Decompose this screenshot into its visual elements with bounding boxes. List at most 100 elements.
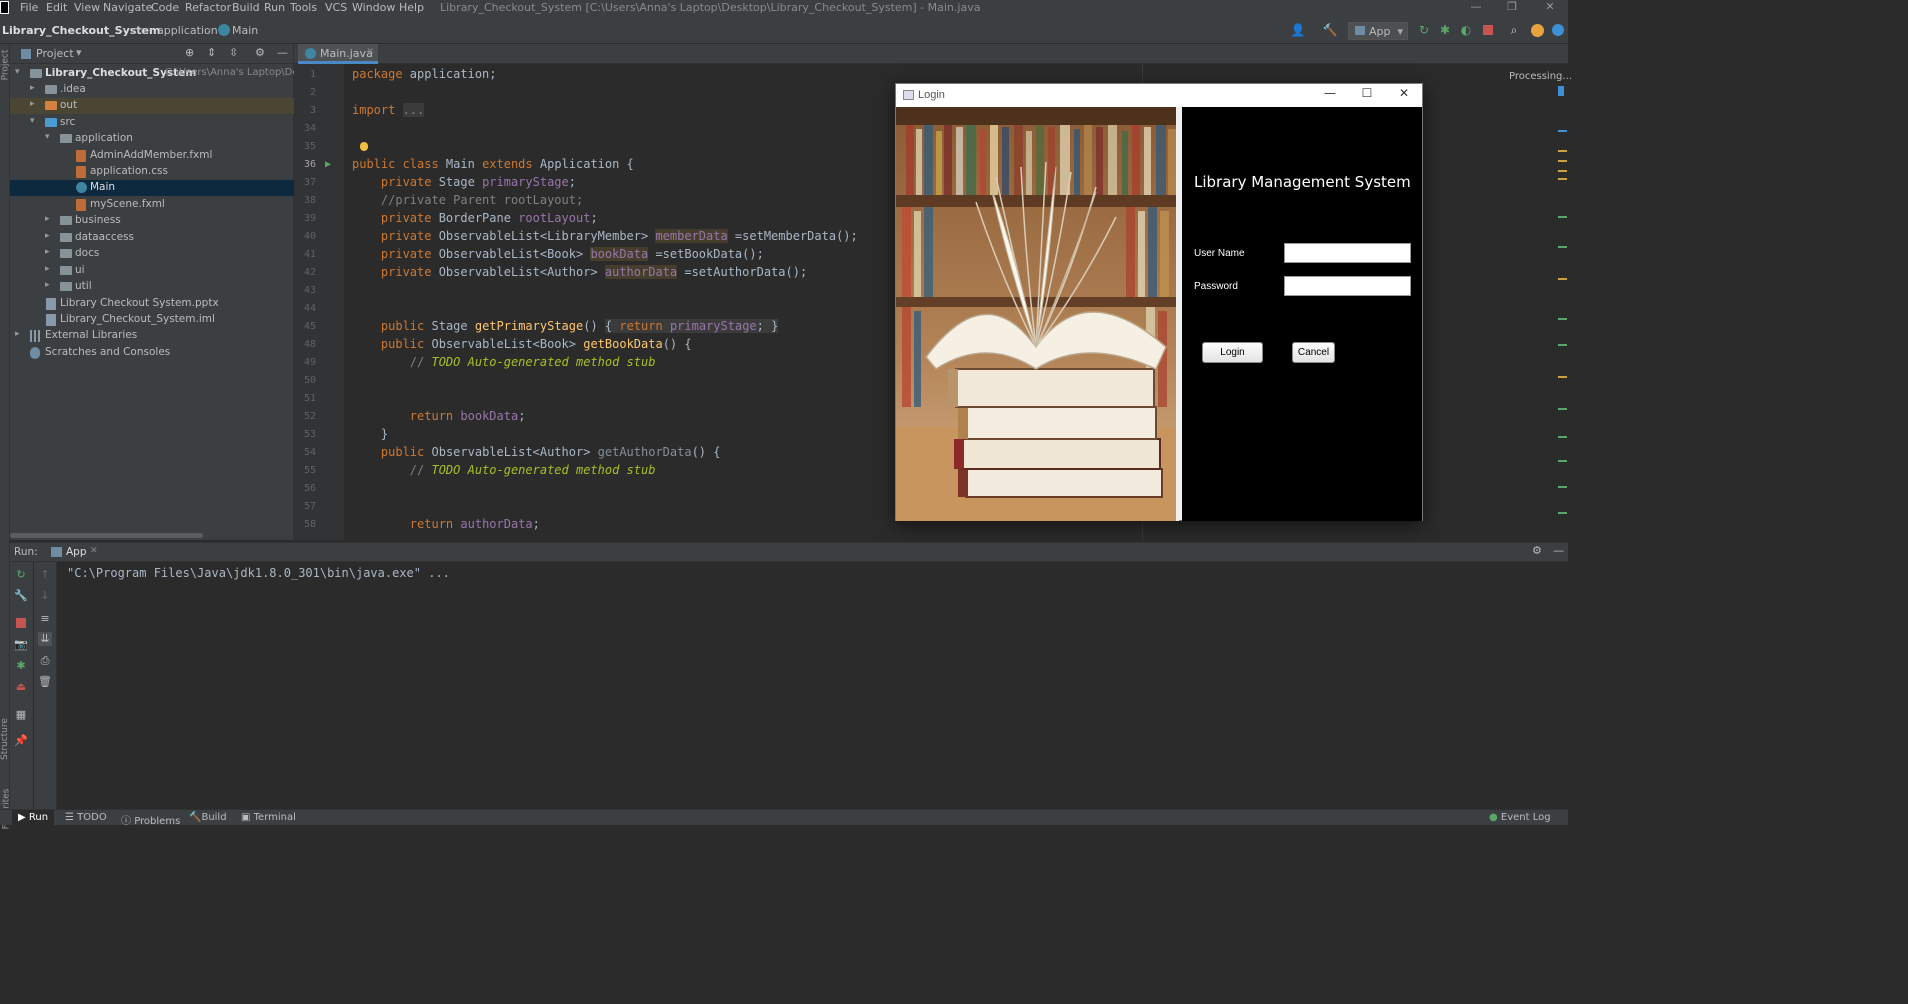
locate-icon[interactable]: ⊕: [185, 46, 194, 59]
stripe-mark[interactable]: [1558, 216, 1567, 218]
lightbulb-icon[interactable]: [360, 142, 368, 151]
tree-item-business[interactable]: ▸ business: [10, 213, 294, 229]
project-tool-tab[interactable]: Project: [0, 50, 10, 81]
structure-tool-tab[interactable]: Structure: [0, 718, 10, 760]
chevron-right-icon[interactable]: ▸: [30, 83, 35, 93]
run-tab-app[interactable]: App: [66, 546, 87, 558]
trash-icon[interactable]: 🗑: [38, 675, 52, 689]
project-header-label[interactable]: Project: [36, 47, 74, 60]
user-icon[interactable]: 👤: [1290, 22, 1306, 38]
print-icon[interactable]: ⎙: [38, 654, 52, 668]
menu-build[interactable]: Build: [232, 1, 260, 14]
maximize-icon[interactable]: ☐: [1349, 86, 1385, 104]
chevron-down-icon[interactable]: ▾: [15, 67, 20, 77]
tree-item-adminaddmember[interactable]: AdminAddMember.fxml: [10, 148, 294, 164]
minimize-icon[interactable]: —: [1312, 86, 1348, 104]
restore-button[interactable]: ❐: [1492, 0, 1532, 16]
stripe-mark[interactable]: [1558, 170, 1567, 172]
camera-icon[interactable]: 📷: [14, 638, 28, 652]
bottom-tab-run[interactable]: ▶ Run: [12, 810, 55, 826]
menu-code[interactable]: Code: [151, 1, 179, 14]
stripe-mark[interactable]: [1558, 436, 1567, 438]
chevron-right-icon[interactable]: ▸: [45, 214, 50, 224]
rerun-icon[interactable]: ↻: [1416, 22, 1432, 38]
tree-item-application-css[interactable]: application.css: [10, 164, 294, 180]
bottom-tab-build[interactable]: 🔨Build: [189, 812, 227, 823]
stripe-mark[interactable]: [1558, 376, 1567, 378]
menu-tools[interactable]: Tools: [290, 1, 317, 14]
chevron-right-icon[interactable]: ▸: [45, 280, 50, 290]
cancel-button[interactable]: Cancel: [1292, 342, 1335, 363]
stripe-mark[interactable]: [1558, 178, 1567, 180]
tree-item-myscene[interactable]: myScene.fxml: [10, 197, 294, 213]
collapse-all-icon[interactable]: ⇳: [229, 46, 238, 59]
tree-item-docs[interactable]: ▸ docs: [10, 246, 294, 262]
coverage-icon[interactable]: ◐: [1458, 22, 1474, 38]
horizontal-scrollbar[interactable]: [10, 533, 203, 538]
arrow-down-icon[interactable]: ↓: [38, 589, 52, 603]
menu-refactor[interactable]: Refactor: [185, 1, 231, 14]
close-icon[interactable]: ✕: [366, 47, 374, 57]
close-icon[interactable]: ✕: [90, 546, 98, 556]
tree-item-application[interactable]: ▾ application: [10, 131, 294, 147]
bottom-tab-problems[interactable]: ⓘ Problems: [121, 812, 180, 827]
run-gutter-icon[interactable]: ▶: [325, 159, 331, 170]
menu-window[interactable]: Window: [352, 1, 395, 14]
pin-icon[interactable]: 📌: [14, 734, 28, 748]
menu-vcs[interactable]: VCS: [325, 1, 347, 14]
update-icon[interactable]: [1530, 23, 1544, 37]
expand-all-icon[interactable]: ⇕: [207, 46, 216, 59]
stripe-mark[interactable]: [1558, 486, 1567, 488]
stop-icon[interactable]: [16, 618, 26, 628]
exit-icon[interactable]: ⏏: [14, 680, 28, 694]
stripe-mark[interactable]: [1558, 160, 1567, 162]
layout-icon[interactable]: ▦: [14, 708, 28, 722]
stripe-mark[interactable]: [1558, 460, 1567, 462]
chevron-down-icon[interactable]: ▾: [30, 116, 35, 126]
menu-edit[interactable]: Edit: [46, 1, 67, 14]
debug-icon[interactable]: ✱: [14, 659, 28, 673]
search-icon[interactable]: ⌕: [1506, 22, 1522, 38]
close-button[interactable]: ✕: [1530, 0, 1570, 16]
stripe-mark[interactable]: [1558, 130, 1567, 132]
bottom-tab-terminal[interactable]: ▣ Terminal: [241, 812, 296, 823]
tab-main-java[interactable]: Main.java ✕: [298, 44, 378, 64]
debug-icon[interactable]: ✱: [1437, 22, 1453, 38]
tree-item-iml[interactable]: Library_Checkout_System.iml: [10, 312, 294, 328]
hide-icon[interactable]: —: [1553, 544, 1564, 557]
tree-item-main[interactable]: Main: [10, 180, 294, 196]
stripe-mark[interactable]: [1558, 344, 1567, 346]
arrow-up-icon[interactable]: ↑: [38, 568, 52, 582]
rerun-icon[interactable]: ↻: [14, 568, 28, 582]
stripe-mark[interactable]: [1558, 246, 1567, 248]
console-output[interactable]: "C:\Program Files\Java\jdk1.8.0_301\bin\…: [67, 566, 450, 580]
chevron-right-icon[interactable]: ▸: [15, 329, 20, 339]
menu-view[interactable]: View: [74, 1, 100, 14]
tree-item-project-root[interactable]: ▾ Library_Checkout_System C:\Users\Anna'…: [10, 66, 310, 82]
wrench-icon[interactable]: 🔧: [14, 589, 28, 603]
menu-navigate[interactable]: Navigate: [103, 1, 152, 14]
tree-item-ui[interactable]: ▸ ui: [10, 263, 294, 279]
plugin-icon[interactable]: [1552, 24, 1564, 36]
soft-wrap-icon[interactable]: ≡: [38, 612, 52, 626]
menu-file[interactable]: File: [20, 1, 38, 14]
stripe-mark[interactable]: [1558, 278, 1567, 280]
stripe-mark[interactable]: [1558, 150, 1567, 152]
bottom-tab-todo[interactable]: ☰ TODO: [65, 812, 107, 823]
username-input[interactable]: [1284, 243, 1411, 263]
stripe-mark[interactable]: [1558, 512, 1567, 514]
event-log[interactable]: ● Event Log: [1489, 812, 1551, 823]
analysis-marker[interactable]: [1558, 86, 1564, 96]
gear-icon[interactable]: ⚙: [255, 46, 265, 59]
tree-item-util[interactable]: ▸ util: [10, 279, 294, 295]
chevron-right-icon[interactable]: ▸: [45, 264, 50, 274]
tree-item-idea[interactable]: ▸ .idea: [10, 82, 294, 98]
chevron-right-icon[interactable]: ▸: [30, 99, 35, 109]
scroll-to-end-icon[interactable]: ⇊: [38, 632, 52, 646]
stripe-mark[interactable]: [1558, 408, 1567, 410]
hide-icon[interactable]: —: [277, 46, 288, 59]
menu-help[interactable]: Help: [399, 1, 424, 14]
tree-item-src[interactable]: ▾ src: [10, 115, 294, 131]
tree-item-dataaccess[interactable]: ▸ dataaccess: [10, 230, 294, 246]
close-icon[interactable]: ✕: [1386, 86, 1422, 104]
